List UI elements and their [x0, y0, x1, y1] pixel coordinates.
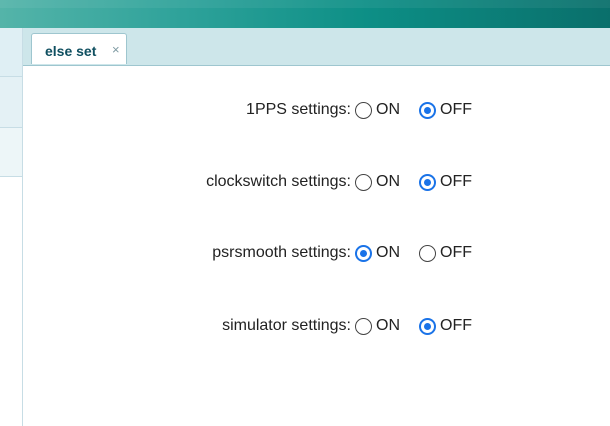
- radio-label: OFF: [440, 244, 472, 261]
- radio-psrsmooth-off[interactable]: OFF: [419, 242, 472, 264]
- tab-label: else set: [45, 43, 97, 59]
- radio-clockswitch-on[interactable]: ON: [355, 171, 400, 193]
- setting-row-1pps: 1PPS settings: ON OFF: [23, 98, 610, 122]
- radio-button[interactable]: [419, 173, 436, 191]
- tab-else-set[interactable]: else set ×: [31, 33, 127, 64]
- radio-button[interactable]: [355, 244, 372, 262]
- close-icon[interactable]: ×: [112, 42, 120, 57]
- radio-label: OFF: [440, 173, 472, 190]
- settings-panel: 1PPS settings: ON OFF clockswitch settin…: [23, 66, 610, 426]
- radio-button[interactable]: [419, 244, 436, 262]
- radio-label: ON: [376, 173, 400, 190]
- radio-button[interactable]: [355, 173, 372, 191]
- header-banner: [0, 0, 610, 28]
- radio-simulator-off[interactable]: OFF: [419, 315, 472, 337]
- left-sidebar: [0, 28, 23, 426]
- radio-label: ON: [376, 244, 400, 261]
- setting-row-simulator: simulator settings: ON OFF: [23, 314, 610, 338]
- radio-1pps-off[interactable]: OFF: [419, 99, 472, 121]
- radio-label: ON: [376, 317, 400, 334]
- radio-button[interactable]: [419, 101, 436, 119]
- setting-label: simulator settings:: [222, 317, 351, 334]
- sidebar-section-3[interactable]: [0, 128, 22, 177]
- radio-1pps-on[interactable]: ON: [355, 99, 400, 121]
- setting-label: 1PPS settings:: [246, 101, 351, 118]
- radio-label: OFF: [440, 101, 472, 118]
- radio-simulator-on[interactable]: ON: [355, 315, 400, 337]
- radio-label: ON: [376, 101, 400, 118]
- setting-label: psrsmooth settings:: [212, 244, 351, 261]
- sidebar-section-2[interactable]: [0, 77, 22, 128]
- radio-button[interactable]: [355, 317, 372, 335]
- sidebar-section-1[interactable]: [0, 28, 22, 77]
- setting-row-clockswitch: clockswitch settings: ON OFF: [23, 170, 610, 194]
- setting-label: clockswitch settings:: [206, 173, 351, 190]
- radio-clockswitch-off[interactable]: OFF: [419, 171, 472, 193]
- radio-psrsmooth-on[interactable]: ON: [355, 242, 400, 264]
- tab-strip: else set ×: [23, 28, 610, 66]
- radio-label: OFF: [440, 317, 472, 334]
- radio-button[interactable]: [419, 317, 436, 335]
- setting-row-psrsmooth: psrsmooth settings: ON OFF: [23, 241, 610, 265]
- radio-button[interactable]: [355, 101, 372, 119]
